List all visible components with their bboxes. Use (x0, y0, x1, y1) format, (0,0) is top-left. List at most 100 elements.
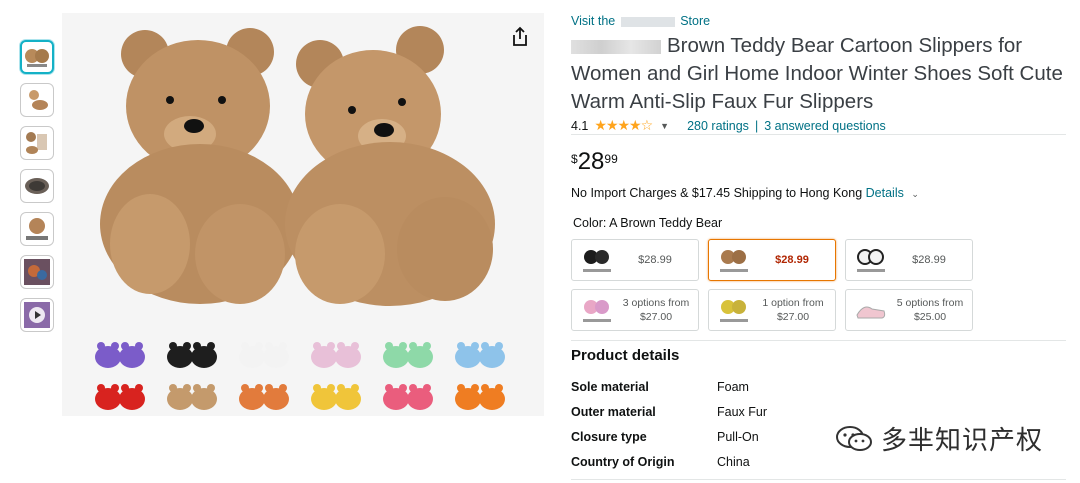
variant-thumbnail (583, 250, 611, 272)
detail-value: Faux Fur (717, 405, 768, 419)
teddy-slippers-illustration (100, 26, 495, 306)
swatch-ear (351, 384, 359, 392)
swatch-ear (423, 384, 431, 392)
detail-row: Outer material Faux Fur (571, 405, 767, 430)
detail-value: Foam (717, 380, 749, 394)
shipping-info: No Import Charges & $17.45 Shipping to H… (571, 186, 931, 200)
shipping-details-link[interactable]: Details (866, 186, 904, 200)
thumbnail-1[interactable] (20, 40, 54, 74)
swatch-ear (481, 384, 489, 392)
chevron-down-icon[interactable]: ⌄ (911, 189, 919, 199)
detail-row: Sole material Foam (571, 380, 767, 405)
detail-key: Country of Origin (571, 455, 675, 469)
swatch-ear (457, 384, 465, 392)
store-link-suffix[interactable]: Store (680, 14, 710, 28)
swatch-ear (351, 342, 359, 350)
variant-panda[interactable]: $28.99 (845, 239, 973, 281)
swatch-ear (327, 342, 335, 350)
chevron-down-icon[interactable]: ▼ (660, 121, 669, 131)
swatch-ear (471, 342, 479, 350)
swatch-11[interactable] (378, 375, 438, 411)
variant-thumbnail (856, 306, 886, 319)
divider (571, 134, 1066, 135)
variant-options-text: 3 options from (622, 297, 690, 309)
detail-row: Closure type Pull-On (571, 430, 767, 455)
detail-key: Closure type (571, 430, 647, 444)
brand-redacted (571, 39, 661, 54)
variant-options-count: 5 options from $25.00 (894, 296, 972, 324)
swatch-ear (265, 342, 273, 350)
variant-thumbnail (857, 249, 885, 272)
thumbnail-video[interactable] (20, 298, 54, 332)
swatch-ear (183, 342, 191, 350)
swatch-3[interactable] (234, 333, 294, 369)
variant-thumbnail (720, 300, 748, 322)
thumbnail-5[interactable] (20, 212, 54, 246)
swatch-ear (255, 384, 263, 392)
swatch-ear (255, 342, 263, 350)
swatch-ear (169, 384, 177, 392)
thumbnail-3[interactable] (20, 126, 54, 160)
swatch-ear (409, 342, 417, 350)
swatch-ear (385, 342, 393, 350)
answered-questions-link[interactable]: 3 answered questions (764, 119, 886, 133)
swatch-ear (423, 342, 431, 350)
swatch-7[interactable] (90, 375, 150, 411)
shipping-text: No Import Charges & $17.45 Shipping to H… (571, 186, 863, 200)
variant-options-price: $27.00 (639, 311, 673, 323)
rating-value: 4.1 (571, 118, 589, 133)
swatch-ear (327, 384, 335, 392)
store-link[interactable]: Visit the Store (571, 14, 710, 28)
swatch-ear (337, 342, 345, 350)
variant-options-text: 5 options from (896, 297, 964, 309)
swatch-6[interactable] (450, 333, 510, 369)
variant-options-price: $25.00 (913, 311, 947, 323)
product-details-table: Sole material Foam Outer material Faux Fur… (571, 380, 767, 480)
watermark-text: 多芈知识产权 (881, 426, 1044, 456)
swatch-ear (495, 384, 503, 392)
thumbnail-6[interactable] (20, 255, 54, 289)
product-details-heading: Product details (571, 347, 680, 364)
detail-row: Country of Origin China (571, 455, 767, 480)
swatch-5[interactable] (378, 333, 438, 369)
variant-options-price: $27.00 (776, 311, 810, 323)
swatch-ear (265, 384, 273, 392)
variant-yellow[interactable]: 1 option from $27.00 (708, 289, 836, 331)
store-link-prefix[interactable]: Visit the (571, 14, 615, 28)
variant-brown[interactable]: $28.99 (708, 239, 836, 281)
swatch-4[interactable] (306, 333, 366, 369)
thumbnail-2[interactable] (20, 83, 54, 117)
ratings-link[interactable]: 280 ratings (687, 119, 749, 133)
thumbnail-4[interactable] (20, 169, 54, 203)
swatch-9[interactable] (234, 375, 294, 411)
swatch-ear (169, 342, 177, 350)
divider (571, 340, 1066, 341)
variant-options: $28.99 $28.99 $28.99 3 options from $27.0… (571, 239, 973, 331)
swatch-ear (399, 384, 407, 392)
color-swatch-grid (90, 333, 520, 411)
variant-black[interactable]: $28.99 (571, 239, 699, 281)
swatch-ear (241, 342, 249, 350)
watermark: 多芈知识产权 (835, 420, 1043, 457)
swatch-ear (279, 342, 287, 350)
variant-pink[interactable]: 3 options from $27.00 (571, 289, 699, 331)
swatch-ear (457, 342, 465, 350)
swatch-8[interactable] (162, 375, 222, 411)
star-icon[interactable]: ★★★★☆ (594, 117, 653, 134)
swatch-ear (193, 342, 201, 350)
swatch-ear (207, 342, 215, 350)
variant-price: $28.99 (775, 254, 809, 266)
variant-options-count: 3 options from $27.00 (620, 296, 698, 324)
swatch-2[interactable] (162, 333, 222, 369)
swatch-ear (399, 342, 407, 350)
swatch-12[interactable] (450, 375, 510, 411)
swatch-ear (471, 384, 479, 392)
swatch-ear (111, 384, 119, 392)
swatch-1[interactable] (90, 333, 150, 369)
variant-sneaker[interactable]: 5 options from $25.00 (845, 289, 973, 331)
price: $2899 (571, 148, 618, 176)
swatch-ear (481, 342, 489, 350)
variant-thumbnail (583, 300, 611, 322)
swatch-10[interactable] (306, 375, 366, 411)
thumbnail-strip (20, 40, 58, 341)
